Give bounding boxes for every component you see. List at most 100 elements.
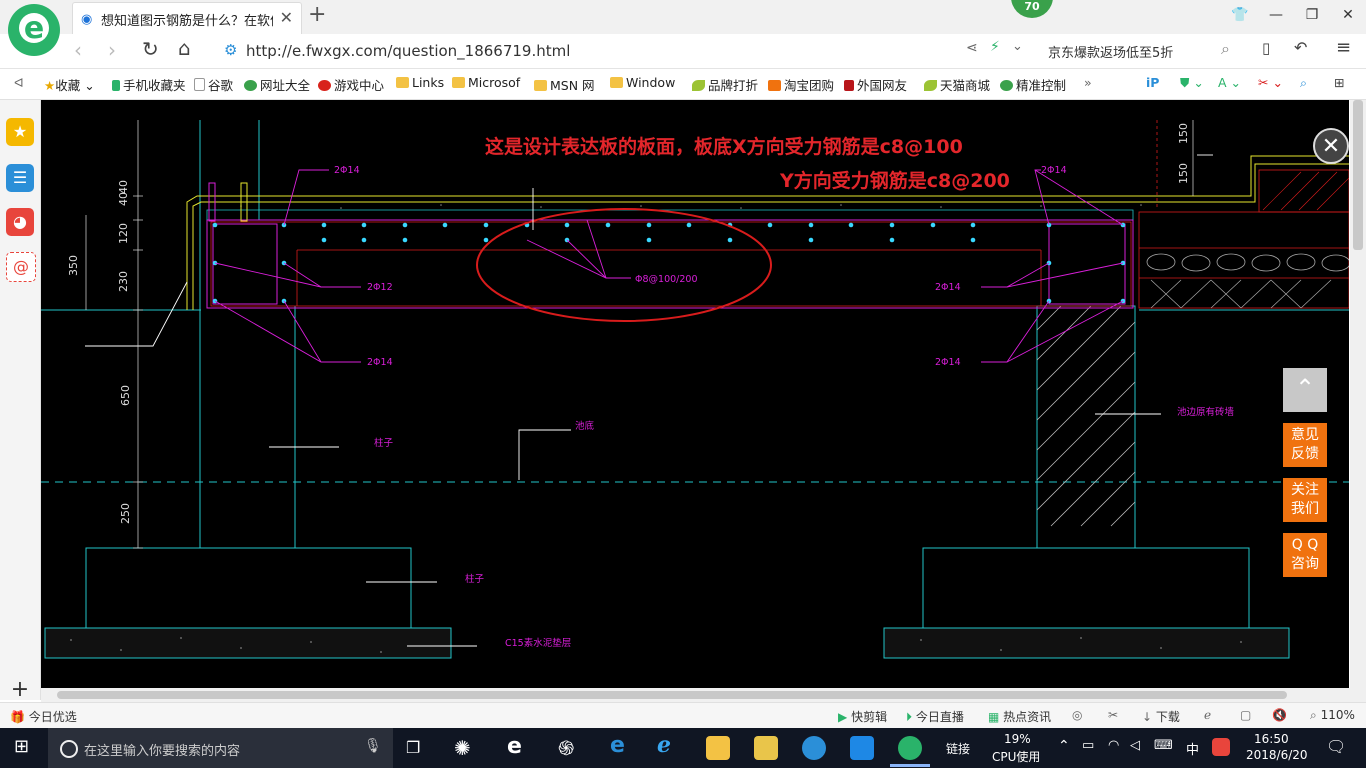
bookmark-item[interactable]: 淘宝团购 xyxy=(768,75,834,94)
link-toolbar[interactable]: 链接 xyxy=(946,740,970,757)
active-browser-icon[interactable] xyxy=(898,736,922,760)
fan-app-icon[interactable]: ✺ xyxy=(454,736,471,760)
notes-app-icon[interactable] xyxy=(754,736,778,760)
windows-start-icon[interactable]: ⊞ xyxy=(14,736,29,757)
ie-icon[interactable]: ℯ xyxy=(657,733,671,758)
live-icon: ⏵ xyxy=(906,710,913,724)
bookmark-item[interactable]: 天猫商城 xyxy=(924,75,990,94)
spiral-app-icon[interactable]: ֍ xyxy=(558,734,574,761)
chevron-down-icon[interactable]: ⌄ xyxy=(1012,39,1023,54)
vertical-scrollbar[interactable] xyxy=(1350,100,1366,688)
forward-icon[interactable]: › xyxy=(108,38,116,62)
close-image-viewer-button[interactable]: ✕ xyxy=(1313,128,1349,164)
browser-logo-icon[interactable]: e xyxy=(8,4,60,56)
favorites-star-icon[interactable]: ★ xyxy=(6,118,34,146)
zoom-control[interactable]: ⌕ 110% xyxy=(1310,708,1355,723)
bookmark-item[interactable]: Links xyxy=(396,75,444,90)
bookmark-item[interactable]: Microsof xyxy=(452,75,520,90)
extension-shield-icon[interactable]: ⛊ ⌄ xyxy=(1180,75,1204,91)
task-view-icon[interactable]: ❐ xyxy=(406,738,420,757)
apps-grid-icon[interactable]: ⊞ xyxy=(1334,75,1344,90)
bookmark-item[interactable]: 谷歌 xyxy=(194,75,233,94)
volume-icon[interactable]: ◁ xyxy=(1130,738,1140,753)
share-icon[interactable]: ⋖ xyxy=(966,40,978,56)
feedback-button[interactable]: 意见 反馈 xyxy=(1283,423,1327,467)
maximize-button[interactable]: ❐ xyxy=(1294,0,1330,30)
home-icon[interactable]: ⌂ xyxy=(178,36,191,60)
refresh-icon[interactable]: ↻ xyxy=(142,37,159,61)
tools-icon[interactable]: ✂ xyxy=(1108,708,1118,722)
speed-dial-icon[interactable]: ◎ xyxy=(1072,708,1082,722)
label-right-2phi14-low: 2Φ14 xyxy=(935,357,961,368)
wifi-icon[interactable]: ◠ xyxy=(1108,738,1119,753)
skin-icon[interactable]: 👕 xyxy=(1222,0,1258,30)
clock-date[interactable]: 2018/6/20 xyxy=(1246,748,1308,762)
qq-consult-button[interactable]: Q Q 咨询 xyxy=(1283,533,1327,577)
back-to-top-icon[interactable]: ⌃ xyxy=(1283,368,1327,412)
mobile-icon[interactable]: ▯ xyxy=(1262,39,1270,57)
dim-650: 650 xyxy=(119,385,132,406)
tab-active[interactable]: ◉ 想知道图示钢筋是什么？在软件中 ✕ xyxy=(72,2,302,35)
label-right-2phi14-mid: 2Φ14 xyxy=(935,282,961,293)
weibo-icon[interactable]: ◕ xyxy=(6,208,34,236)
active-indicator xyxy=(890,764,930,767)
speed-icon[interactable]: ⚡ xyxy=(990,39,1000,55)
bookmark-item[interactable]: 网址大全 xyxy=(244,75,310,94)
sidebar-add-icon[interactable]: + xyxy=(6,676,34,704)
bookmark-item[interactable]: Window xyxy=(610,75,675,90)
more-bookmarks-icon[interactable]: » xyxy=(1084,75,1092,90)
clock-time[interactable]: 16:50 xyxy=(1254,732,1289,746)
follow-us-button[interactable]: 关注 我们 xyxy=(1283,478,1327,522)
menu-icon[interactable]: ≡ xyxy=(1336,37,1351,58)
extension-search-icon[interactable]: ⌕ xyxy=(1300,75,1307,91)
microphone-icon[interactable]: 🎙 xyxy=(364,738,382,754)
search-input[interactable]: 京东爆款返场低至5折 ⌕ xyxy=(1040,39,1240,63)
extension-iqiyi-icon[interactable]: iP xyxy=(1146,75,1159,90)
bookmark-item[interactable]: MSN 网 xyxy=(534,75,595,94)
ie-mode-icon[interactable]: ℯ xyxy=(1204,708,1211,722)
horizontal-scrollbar[interactable] xyxy=(41,688,1366,702)
back-icon[interactable]: ‹ xyxy=(74,38,82,62)
close-window-button[interactable]: ✕ xyxy=(1330,0,1366,30)
extension-translate-icon[interactable]: A ⌄ xyxy=(1218,75,1241,90)
file-explorer-icon[interactable] xyxy=(706,736,730,760)
notification-icon[interactable]: 🗨 xyxy=(1326,737,1346,756)
bookmark-item[interactable]: 外国网友 xyxy=(844,75,907,94)
news-link[interactable]: ▦ 热点资讯 xyxy=(988,708,1051,725)
news-icon[interactable]: ☰ xyxy=(6,164,34,192)
extension-scissors-icon[interactable]: ✂ ⌄ xyxy=(1258,75,1283,90)
quick-cut-link[interactable]: ▶ 快剪辑 xyxy=(838,708,887,725)
bookmark-item[interactable]: 游戏中心 xyxy=(318,75,384,94)
edge-icon[interactable]: e xyxy=(610,733,625,758)
undo-icon[interactable]: ↶ xyxy=(1294,38,1307,57)
battery-icon[interactable]: ▭ xyxy=(1082,738,1094,753)
url-field[interactable]: ⚙ http://e.fwxgx.com/question_1866719.ht… xyxy=(216,39,956,63)
today-pick-link[interactable]: 🎁 今日优选 xyxy=(10,708,77,725)
bookmark-item[interactable]: 品牌打折 xyxy=(692,75,758,94)
keyboard-icon[interactable]: ⌨ xyxy=(1154,738,1173,753)
gift-icon: 🎁 xyxy=(10,710,25,724)
scroll-thumb[interactable] xyxy=(1353,100,1363,250)
bookmark-item[interactable]: 手机收藏夹 xyxy=(112,75,186,94)
plus-app-icon[interactable] xyxy=(850,736,874,760)
minimize-button[interactable]: — xyxy=(1258,0,1294,30)
search-icon[interactable]: ⌕ xyxy=(1221,39,1230,59)
taskbar-search-input[interactable]: 在这里输入你要搜索的内容 🎙 xyxy=(48,728,393,768)
bookmark-item[interactable]: ★收藏 ⌄ xyxy=(44,75,95,94)
window-mode-icon[interactable]: ▢ xyxy=(1240,708,1251,722)
g-app-icon[interactable] xyxy=(802,736,826,760)
mute-icon[interactable]: 🔇 xyxy=(1272,708,1287,722)
ime-icon[interactable] xyxy=(1212,738,1230,756)
download-link[interactable]: ↓ 下载 xyxy=(1142,708,1180,725)
bookmarks-collapse-icon[interactable]: ᐊ xyxy=(14,75,24,90)
tray-up-icon[interactable]: ⌃ xyxy=(1058,738,1070,754)
scroll-thumb[interactable] xyxy=(57,691,1287,699)
new-tab-button[interactable]: + xyxy=(308,2,326,27)
live-link[interactable]: ⏵ 今日直播 xyxy=(906,708,964,725)
mail-icon[interactable]: @ xyxy=(6,252,36,282)
tab-close-icon[interactable]: ✕ xyxy=(280,8,293,27)
input-language[interactable]: 中 xyxy=(1186,739,1199,758)
news-list-icon: ▦ xyxy=(988,710,1000,724)
bookmark-item[interactable]: 精准控制 xyxy=(1000,75,1066,94)
browser-e-icon[interactable]: e xyxy=(507,734,522,759)
